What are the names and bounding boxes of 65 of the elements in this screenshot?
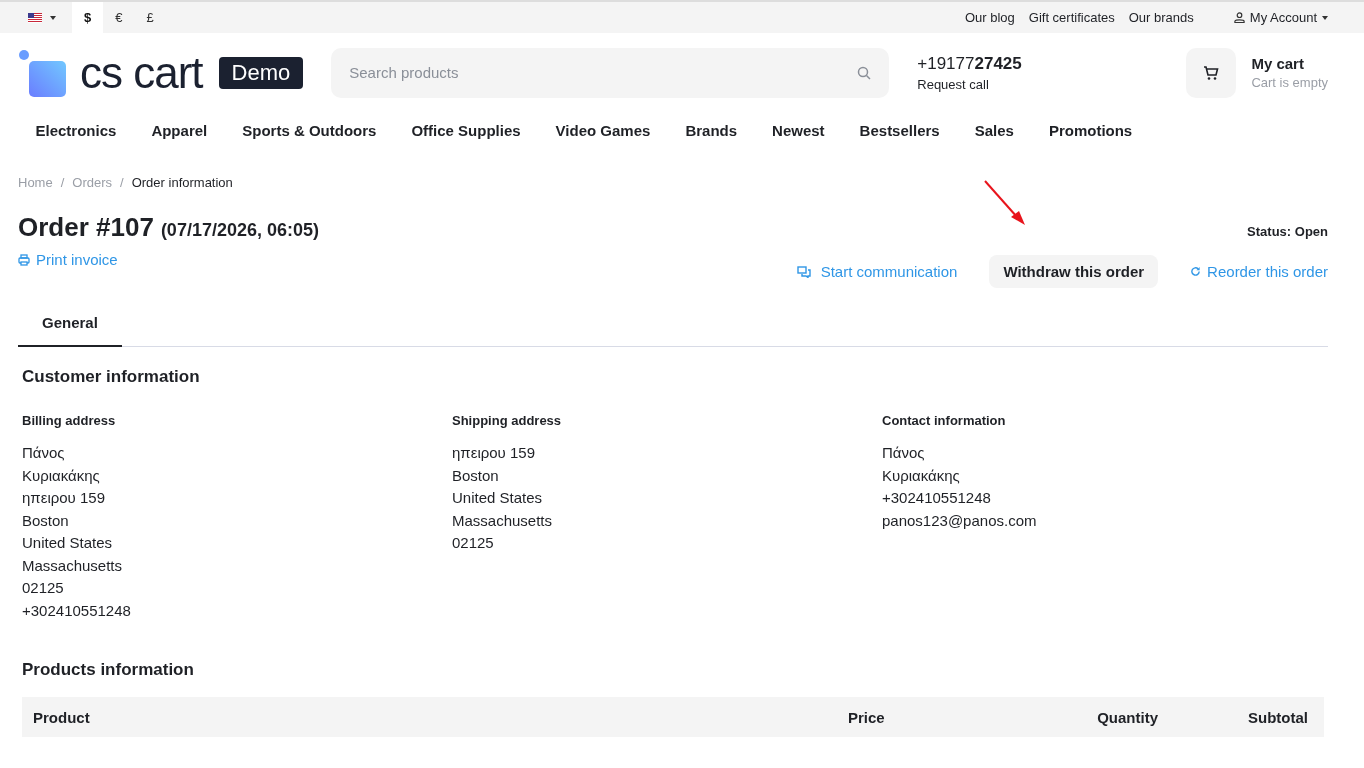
breadcrumb-separator: / <box>60 175 65 190</box>
address-line: +302410551248 <box>882 488 992 508</box>
address-line: Massachusetts <box>22 555 124 576</box>
annotation-arrow <box>982 179 1027 227</box>
currency-option[interactable]: $ <box>72 2 104 33</box>
caret-icon <box>1322 15 1328 20</box>
order-status: Status: Open <box>1247 224 1328 239</box>
nav-item[interactable]: Sports & Outdoors <box>224 114 394 147</box>
withdraw-order-button[interactable]: Withdraw this order <box>989 255 1159 288</box>
nav-item[interactable]: Sales <box>957 114 1032 147</box>
column-header: Price <box>848 708 886 726</box>
address-line: ηπειρου 159 <box>22 488 106 508</box>
order-title: Order #107 (07/17/2026, 06:05) <box>18 212 319 243</box>
address-line: ηπειρου 159 <box>452 443 536 463</box>
section-title: Customer information <box>22 367 201 387</box>
logo-icon <box>18 48 68 97</box>
nav-item[interactable]: Electronics <box>18 114 134 147</box>
phone-number[interactable]: +1917727425 <box>917 53 1022 74</box>
account-menu[interactable]: My Account <box>1233 2 1328 33</box>
search-field[interactable]: Search products <box>331 47 890 98</box>
column-header: Quantity <box>1096 708 1158 726</box>
search-icon[interactable] <box>857 65 872 80</box>
cart-icon <box>1203 64 1220 81</box>
nav-item[interactable]: Office Supplies <box>393 114 539 147</box>
refresh-icon <box>1190 266 1202 277</box>
top-link[interactable]: Our blog <box>964 2 1015 33</box>
cart-button[interactable] <box>1186 47 1237 98</box>
nav-item[interactable]: Video Games <box>538 114 668 147</box>
address-line: Πάνος <box>22 443 66 463</box>
breadcrumb-separator: / <box>120 175 124 190</box>
address-line: Κυριακάκης <box>22 465 101 486</box>
nav-item[interactable]: Apparel <box>133 114 225 147</box>
logo-text: cs cart <box>80 50 203 95</box>
address-line: Boston <box>22 510 70 531</box>
chat-icon <box>796 265 811 278</box>
nav-item[interactable]: Promotions <box>1031 114 1150 147</box>
column-title: Contact information <box>882 413 1007 428</box>
address-line: Massachusetts <box>452 510 554 531</box>
column-header: Product <box>33 708 91 726</box>
column-title: Shipping address <box>452 413 563 428</box>
cart-title[interactable]: My cart <box>1251 55 1328 72</box>
address-line: Πάνος <box>882 443 926 463</box>
top-link[interactable]: Our brands <box>1128 2 1194 33</box>
top-link[interactable]: Gift certificates <box>1028 2 1115 33</box>
address-line: United States <box>452 488 544 508</box>
address-line: 02125 <box>22 578 65 598</box>
nav-item[interactable]: Brands <box>667 114 755 147</box>
address-line: 02125 <box>452 533 495 553</box>
address-line: +302410551248 <box>22 600 132 621</box>
address-line: panos123@panos.com <box>882 510 1038 531</box>
demo-badge: Demo <box>218 56 304 89</box>
cart-status: Cart is empty <box>1251 75 1328 90</box>
nav-item[interactable]: Newest <box>754 114 843 147</box>
section-title: Products information <box>22 660 195 680</box>
address-line: Κυριακάκης <box>882 465 961 486</box>
nav-item[interactable]: Bestsellers <box>842 114 958 147</box>
address-line: Boston <box>452 465 500 486</box>
user-icon <box>1233 12 1245 23</box>
tab[interactable]: General <box>18 314 122 347</box>
column-title: Billing address <box>22 413 117 428</box>
current-page-label: Order information <box>131 175 233 190</box>
address-line: United States <box>22 533 114 553</box>
printer-icon <box>18 253 30 266</box>
request-call-link[interactable]: Request call <box>917 76 1022 92</box>
column-header: Subtotal <box>1247 708 1308 726</box>
